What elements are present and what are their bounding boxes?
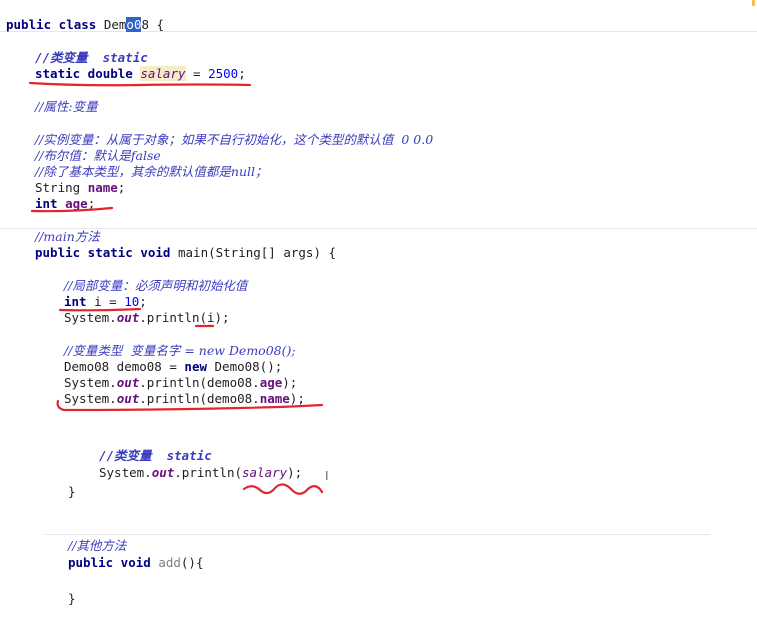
red-annotation-layer <box>28 81 324 495</box>
underline-println-name <box>56 399 324 412</box>
squiggle-salary <box>242 483 324 495</box>
underline-int-i <box>58 307 142 312</box>
underline-age <box>30 206 114 213</box>
underline-salary <box>28 81 252 87</box>
